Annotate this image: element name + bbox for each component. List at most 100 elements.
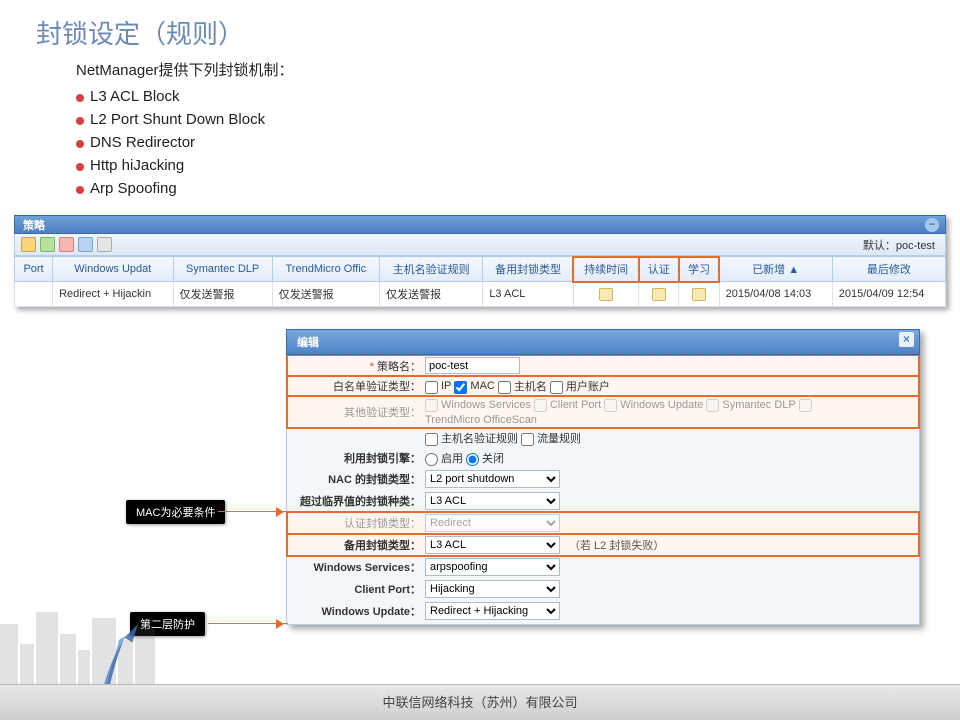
ck-host[interactable] <box>498 381 511 394</box>
tb-copy-icon[interactable] <box>78 237 93 252</box>
th-sym[interactable]: Symantec DLP <box>173 257 272 282</box>
callout-l2: 第二层防护 <box>130 612 205 636</box>
th-learn[interactable]: 学习 <box>679 257 719 282</box>
edit-icon[interactable] <box>599 288 613 301</box>
radio-off[interactable] <box>466 453 479 466</box>
row-sub: 主机名验证规则 流量规则 <box>287 428 919 448</box>
cell[interactable] <box>679 282 719 307</box>
note-backup: （若 L2 封锁失败） <box>569 537 664 553</box>
cell <box>15 282 53 307</box>
row-engine: 利用封锁引擎： 启用 关闭 <box>287 448 919 468</box>
default-label: 默认：poc-test <box>863 237 935 253</box>
row-other: 其他验证类型： Windows Services Client Port Win… <box>287 396 919 428</box>
cell: 仅发送警报 <box>380 282 483 307</box>
opt-mac: MAC <box>470 380 494 392</box>
sel-ws[interactable]: arpspoofing <box>425 558 560 576</box>
row-ws: Windows Services： arpspoofing <box>287 556 919 578</box>
ck-sym <box>706 399 719 412</box>
bullet-item: L3 ACL Block <box>76 88 960 105</box>
label-over: 超过临界值的封锁种类： <box>295 493 425 509</box>
th-auth[interactable]: 认证 <box>639 257 679 282</box>
sel-nac[interactable]: L2 port shutdown <box>425 470 560 488</box>
ck-wu <box>604 399 617 412</box>
cell: L3 ACL <box>483 282 574 307</box>
table-row[interactable]: Redirect + Hijackin 仅发送警报 仅发送警报 仅发送警报 L3… <box>15 282 946 307</box>
ck-hostrule[interactable] <box>425 433 438 446</box>
table-header-row: Port Windows Updat Symantec DLP TrendMic… <box>15 257 946 282</box>
ck-mac[interactable] <box>454 381 467 394</box>
panel-header: 策略 − <box>14 215 946 234</box>
row-auth: 认证封锁类型： Redirect <box>287 512 919 534</box>
page-title: 封锁设定（规则） <box>0 0 960 51</box>
opt: Symantec DLP <box>722 399 795 411</box>
tb-new-icon[interactable] <box>21 237 36 252</box>
panel-title: 策略 <box>23 220 45 232</box>
label-wu: Windows Update： <box>295 603 425 619</box>
opt-user: 用户账户 <box>566 378 610 394</box>
ck-ws <box>425 399 438 412</box>
strategy-table: Port Windows Updat Symantec DLP TrendMic… <box>14 256 946 307</box>
edit-icon[interactable] <box>652 288 666 301</box>
opt: Windows Services <box>441 399 531 411</box>
opt: TrendMicro OfficeScan <box>425 414 537 426</box>
ck-tm <box>799 399 812 412</box>
tb-edit-icon[interactable] <box>40 237 55 252</box>
th-modified[interactable]: 最后修改 <box>832 257 945 282</box>
label-other: 其他验证类型： <box>295 404 425 420</box>
ck-traffic[interactable] <box>521 433 534 446</box>
ck-ip[interactable] <box>425 381 438 394</box>
label-nac: NAC 的封锁类型： <box>295 471 425 487</box>
bullet-item: Arp Spoofing <box>76 180 960 197</box>
cell: Redirect + Hijackin <box>53 282 173 307</box>
tb-delete-icon[interactable] <box>59 237 74 252</box>
toolbar: 默认：poc-test <box>14 234 946 256</box>
label-wl: 白名单验证类型： <box>295 378 425 394</box>
edit-icon[interactable] <box>692 288 706 301</box>
slide-body: NetManager提供下列封锁机制： L3 ACL Block L2 Port… <box>0 51 960 197</box>
dialog-title: 编辑 <box>297 337 319 349</box>
ck-user[interactable] <box>550 381 563 394</box>
label-engine: 利用封锁引擎： <box>295 450 425 466</box>
th-winupd[interactable]: Windows Updat <box>53 257 173 282</box>
row-whitelist: 白名单验证类型： IP MAC 主机名 用户账户 <box>287 376 919 396</box>
bullet-item: Http hiJacking <box>76 157 960 174</box>
cell: 仅发送警报 <box>272 282 379 307</box>
row-name: 策略名： <box>287 355 919 376</box>
radio-on[interactable] <box>425 453 438 466</box>
row-backup: 备用封锁类型： L3 ACL（若 L2 封锁失败） <box>287 534 919 556</box>
close-icon[interactable]: × <box>899 332 914 347</box>
row-over: 超过临界值的封锁种类： L3 ACL <box>287 490 919 512</box>
opt: 流量规则 <box>537 430 581 446</box>
sel-backup[interactable]: L3 ACL <box>425 536 560 554</box>
cell: 2015/04/08 14:03 <box>719 282 832 307</box>
th-backup[interactable]: 备用封锁类型 <box>483 257 574 282</box>
opt-host: 主机名 <box>514 378 547 394</box>
dialog-body: 策略名： 白名单验证类型： IP MAC 主机名 用户账户 其他验证类型： Wi… <box>286 355 920 625</box>
dialog-header[interactable]: 编辑 × <box>286 329 920 355</box>
opt: Client Port <box>550 399 601 411</box>
th-tm[interactable]: TrendMicro Offic <box>272 257 379 282</box>
bullet-item: L2 Port Shunt Down Block <box>76 111 960 128</box>
arrow-mac <box>218 511 288 512</box>
bullet-item: DNS Redirector <box>76 134 960 151</box>
th-created[interactable]: 已新增 ▲ <box>719 257 832 282</box>
row-nac: NAC 的封锁类型： L2 port shutdown <box>287 468 919 490</box>
label-ws: Windows Services： <box>295 559 425 575</box>
opt: 主机名验证规则 <box>441 430 518 446</box>
cell: 2015/04/09 12:54 <box>832 282 945 307</box>
cell[interactable] <box>639 282 679 307</box>
opt-off: 关闭 <box>482 450 504 466</box>
th-hostrule[interactable]: 主机名验证规则 <box>380 257 483 282</box>
name-input[interactable] <box>425 357 520 374</box>
minimize-icon[interactable]: − <box>925 218 939 232</box>
opt: Windows Update <box>620 399 703 411</box>
sel-over[interactable]: L3 ACL <box>425 492 560 510</box>
th-duration[interactable]: 持续时间 <box>573 257 638 282</box>
sel-wu[interactable]: Redirect + Hijacking <box>425 602 560 620</box>
sel-cp[interactable]: Hijacking <box>425 580 560 598</box>
th-port[interactable]: Port <box>15 257 53 282</box>
edit-dialog: 编辑 × 策略名： 白名单验证类型： IP MAC 主机名 用户账户 其他验证类… <box>286 329 920 625</box>
cell[interactable] <box>573 282 638 307</box>
label-name: 策略名： <box>295 358 425 374</box>
tb-print-icon[interactable] <box>97 237 112 252</box>
